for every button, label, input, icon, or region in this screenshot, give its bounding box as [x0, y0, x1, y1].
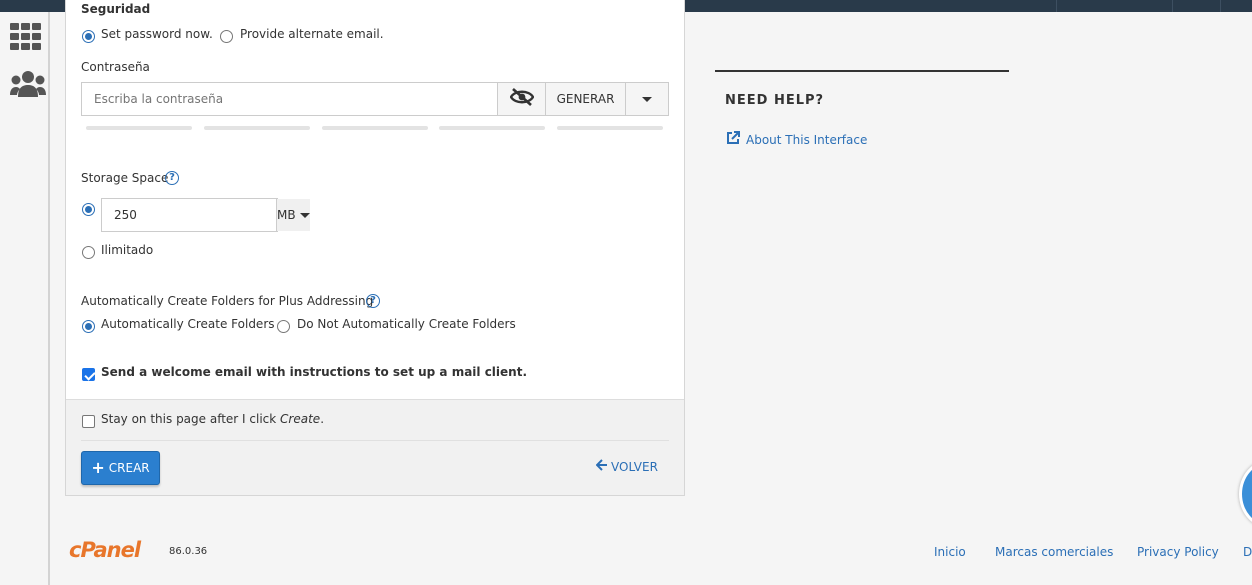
password-options-dropdown[interactable] [625, 83, 668, 115]
create-button-label: CREAR [108, 461, 150, 475]
alternate-email-label: Provide alternate email. [240, 27, 384, 41]
create-button[interactable]: + CREAR [81, 451, 160, 485]
password-input-group: GENERAR [81, 82, 669, 116]
divider [81, 440, 669, 441]
storage-quota-group: MB [101, 198, 310, 232]
storage-space-label: Storage Space [81, 171, 169, 185]
password-label: Contraseña [81, 60, 150, 74]
add-email-account-form: Seguridad Set password now. Provide alte… [65, 0, 685, 496]
left-sidebar [0, 12, 50, 585]
floating-help-button[interactable] [1239, 460, 1252, 528]
users-group-icon[interactable] [10, 70, 46, 102]
strength-meter-segment [557, 126, 663, 130]
caret-down-icon [642, 96, 652, 102]
strength-meter-segment [86, 126, 192, 130]
help-divider [715, 70, 1009, 72]
about-interface-label: About This Interface [746, 132, 868, 147]
stay-on-page-label: Stay on this page after I click Create. [101, 412, 324, 426]
footer-link-privacy[interactable]: Privacy Policy [1137, 545, 1219, 559]
no-auto-create-folders-label: Do Not Automatically Create Folders [297, 317, 516, 331]
no-auto-create-folders-radio[interactable] [277, 320, 290, 333]
navbar-divider [1220, 0, 1221, 12]
cpanel-logo: cPanel [69, 538, 141, 562]
plus-icon: + [91, 458, 105, 477]
navbar-divider [1056, 0, 1057, 12]
storage-unlimited-radio[interactable] [82, 246, 95, 259]
apps-grid-icon[interactable] [10, 23, 41, 54]
strength-meter-segment [204, 126, 310, 130]
caret-down-icon [299, 212, 310, 218]
back-link-label: VOLVER [611, 459, 658, 474]
arrow-left-icon [595, 459, 608, 474]
storage-quota-input[interactable] [102, 199, 276, 231]
welcome-email-label: Send a welcome email with instructions t… [101, 365, 528, 379]
strength-meter-segment [439, 126, 545, 130]
set-password-radio[interactable] [82, 30, 95, 43]
stay-on-page-checkbox[interactable] [82, 415, 95, 428]
auto-create-folders-radio[interactable] [82, 320, 95, 333]
toggle-visibility-button[interactable] [497, 83, 545, 115]
stay-on-page-text: Stay on this page after I click [101, 412, 281, 426]
footer-link-truncated[interactable]: D [1243, 545, 1252, 559]
alternate-email-radio[interactable] [220, 30, 233, 43]
navbar-divider [1172, 0, 1173, 12]
password-input[interactable] [82, 83, 497, 115]
storage-unlimited-label: Ilimitado [101, 243, 154, 257]
storage-unit-dropdown[interactable]: MB [276, 199, 310, 231]
strength-meter-segment [322, 126, 428, 130]
storage-limited-radio[interactable] [82, 203, 95, 216]
need-help-heading: NEED HELP? [725, 93, 825, 108]
storage-unit-label: MB [277, 208, 296, 222]
footer-link-home[interactable]: Inicio [934, 545, 966, 559]
set-password-label: Set password now. [101, 27, 213, 41]
security-heading: Seguridad [81, 2, 151, 16]
footer-link-trademarks[interactable]: Marcas comerciales [995, 545, 1113, 559]
stay-on-page-suffix: . [320, 412, 325, 426]
version-label: 86.0.36 [169, 546, 208, 557]
help-question-icon[interactable]: ? [366, 294, 380, 308]
external-link-icon [726, 131, 740, 148]
about-interface-link[interactable]: About This Interface [726, 131, 867, 148]
plus-addressing-label: Automatically Create Folders for Plus Ad… [81, 294, 374, 308]
welcome-email-checkbox[interactable] [82, 368, 95, 381]
stay-on-page-emphasis: Create [280, 412, 321, 426]
back-link[interactable]: VOLVER [595, 459, 658, 474]
eye-slash-icon [509, 88, 534, 110]
generate-password-button[interactable]: GENERAR [545, 83, 625, 115]
help-question-icon[interactable]: ? [165, 171, 179, 185]
auto-create-folders-label: Automatically Create Folders [101, 317, 275, 331]
